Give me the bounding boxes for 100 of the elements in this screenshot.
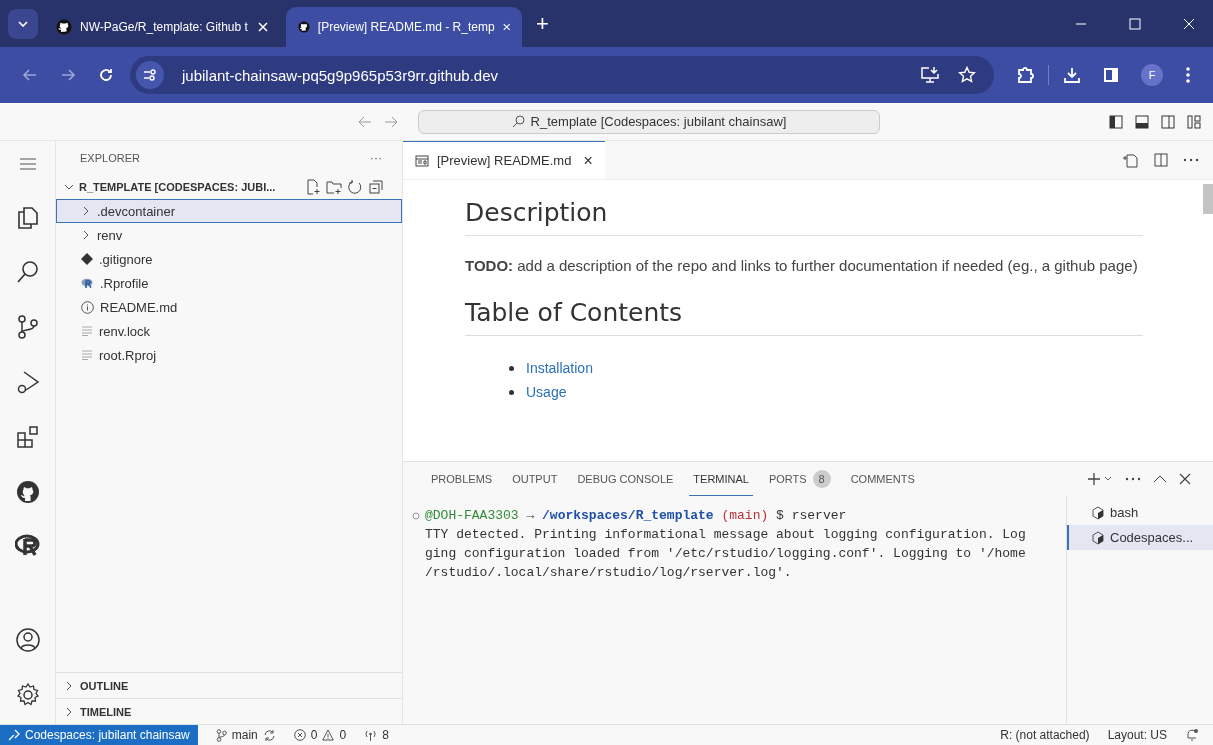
close-tab-button[interactable]: × — [579, 151, 593, 170]
more-actions-icon[interactable] — [1183, 158, 1199, 162]
more-actions-button[interactable]: ··· — [370, 151, 382, 165]
file-tree-item[interactable]: renv — [56, 223, 402, 247]
keyboard-layout-status[interactable]: Layout: US — [1107, 728, 1167, 742]
error-icon — [293, 729, 306, 741]
text-lines-icon — [81, 326, 93, 336]
menu-icon[interactable] — [1185, 66, 1191, 84]
file-tree-item[interactable]: .Rprofile — [56, 271, 402, 295]
editor-tab-label: [Preview] README.md — [437, 153, 572, 168]
star-icon[interactable] — [958, 66, 976, 84]
split-editor-icon[interactable] — [1153, 152, 1169, 168]
forward-arrow-icon[interactable] — [60, 67, 76, 83]
toggle-panel-icon[interactable] — [1135, 114, 1149, 129]
new-terminal-icon[interactable] — [1087, 472, 1113, 486]
browser-tab[interactable]: NW-PaGe/R_template: Github t — [44, 7, 280, 47]
new-file-icon[interactable] — [305, 179, 321, 195]
github-logo-icon[interactable] — [14, 479, 41, 505]
terminal-list-item[interactable]: Codespaces... — [1067, 525, 1213, 550]
info-icon — [81, 300, 94, 314]
collapsed-section-header[interactable]: OUTLINE — [56, 672, 402, 698]
download-icon[interactable] — [1063, 66, 1081, 84]
r-logo-icon[interactable] — [14, 534, 41, 556]
terminal-list-item[interactable]: bash — [1067, 500, 1213, 525]
r-session-status[interactable]: R: (not attached) — [1000, 728, 1090, 742]
branch-indicator[interactable]: main — [215, 728, 276, 742]
scrollbar-thumb[interactable] — [1203, 184, 1213, 214]
back-arrow-icon[interactable] — [358, 114, 372, 129]
panel-tab[interactable]: PORTS 8 — [764, 462, 835, 496]
back-arrow-icon[interactable] — [22, 67, 38, 83]
terminal-output-line: TTY detected. Printing informational message about logging configuration. Log — [425, 526, 1027, 544]
terminal-output-line: /rstudio/.local/share/rstudio/log/rserver.log'. — [425, 564, 793, 582]
account-icon[interactable] — [14, 627, 41, 653]
toggle-secondary-sidebar-icon[interactable] — [1161, 114, 1175, 129]
chevron-up-icon[interactable] — [1153, 474, 1167, 484]
cat-logo-icon — [56, 19, 72, 35]
collapsed-section-header[interactable]: TIMELINE — [56, 698, 402, 724]
forward-arrow-icon[interactable] — [384, 114, 398, 129]
command-center[interactable]: R_template [Codespaces: jubilant chainsaw] — [418, 109, 880, 134]
close-icon[interactable] — [1179, 473, 1191, 485]
file-tree-item[interactable]: .devcontainer — [56, 199, 402, 223]
layout-icon[interactable] — [1187, 114, 1201, 129]
cat-logo-icon — [298, 19, 310, 35]
file-tree-item[interactable]: .gitignore — [56, 247, 402, 271]
file-tree-item[interactable]: renv.lock — [56, 319, 402, 343]
toc-link[interactable]: Usage — [526, 384, 567, 400]
sync-icon — [262, 728, 276, 742]
address-bar[interactable]: jubilant-chainsaw-pq5g9p965p53r9rr.github.dev — [130, 56, 994, 94]
cube-icon — [1091, 530, 1105, 545]
count-badge: 8 — [812, 469, 831, 488]
antenna-icon — [364, 729, 378, 741]
search-icon — [511, 115, 525, 128]
open-source-icon[interactable] — [1121, 152, 1139, 168]
browser-tab[interactable]: [Preview] README.md - R_temp — [286, 7, 522, 47]
panel-tab[interactable]: DEBUG CONSOLE — [573, 462, 678, 496]
remote-indicator[interactable]: Codespaces: jubilant chainsaw — [0, 725, 198, 745]
bullet-icon — [509, 365, 514, 371]
text-lines-icon — [81, 350, 93, 360]
bullet-icon — [509, 389, 514, 395]
side-panel-icon[interactable] — [1103, 67, 1119, 83]
preview-paragraph: TODO: add a description of the repo and links to further documentation if needed (eg., a github page) — [465, 256, 1139, 276]
chevron-right-icon — [81, 230, 91, 240]
refresh-icon[interactable] — [347, 179, 363, 195]
file-tree-item[interactable]: root.Rproj — [56, 343, 402, 367]
new-folder-icon[interactable] — [326, 179, 342, 195]
panel-tab[interactable]: OUTPUT — [508, 462, 562, 496]
problems-indicator[interactable]: 0 0 — [293, 728, 347, 742]
new-tab-button[interactable]: + — [528, 10, 557, 37]
explorer-title: EXPLORER — [80, 152, 140, 164]
chevron-right-icon — [81, 206, 91, 216]
collapse-all-icon[interactable] — [368, 179, 384, 195]
reload-icon[interactable] — [98, 67, 114, 83]
editor-tab[interactable]: [Preview] README.md × — [403, 141, 605, 179]
site-settings-icon[interactable] — [136, 61, 164, 89]
panel-tab[interactable]: PROBLEMS — [427, 462, 497, 496]
prompt-line: @DOH-FAA3303 → /workspaces/R_template (main) $ rserver — [425, 507, 847, 525]
panel-tab[interactable]: COMMENTS — [846, 462, 919, 496]
install-app-icon[interactable] — [920, 66, 940, 84]
profile-avatar[interactable]: F — [1141, 64, 1163, 86]
toggle-sidebar-icon[interactable] — [1109, 114, 1123, 129]
extensions-icon[interactable] — [14, 424, 41, 450]
remote-icon — [8, 729, 20, 741]
tab-search-button[interactable] — [8, 8, 38, 39]
preview-icon — [415, 154, 429, 167]
more-actions-icon[interactable] — [1125, 477, 1141, 481]
r-logo-icon — [81, 278, 94, 288]
file-tree-item[interactable]: README.md — [56, 295, 402, 319]
maximize-icon[interactable] — [1129, 17, 1141, 30]
tab-title: [Preview] README.md - R_temp — [317, 20, 495, 34]
diamond-icon — [81, 253, 93, 265]
cube-icon — [1091, 505, 1105, 520]
tab-title: NW-PaGe/R_template: Github t — [80, 20, 249, 34]
panel-tab[interactable]: TERMINAL — [689, 462, 753, 496]
toc-link[interactable]: Installation — [526, 360, 593, 376]
workspace-folder-header[interactable]: R_TEMPLATE [CODESPACES: JUBI... — [56, 175, 402, 199]
search-icon[interactable] — [14, 259, 41, 285]
notifications-icon[interactable] — [1185, 728, 1199, 742]
ports-indicator[interactable]: 8 — [364, 728, 389, 742]
chevron-down-icon — [18, 20, 28, 27]
puzzle-piece-icon[interactable] — [1016, 66, 1034, 84]
